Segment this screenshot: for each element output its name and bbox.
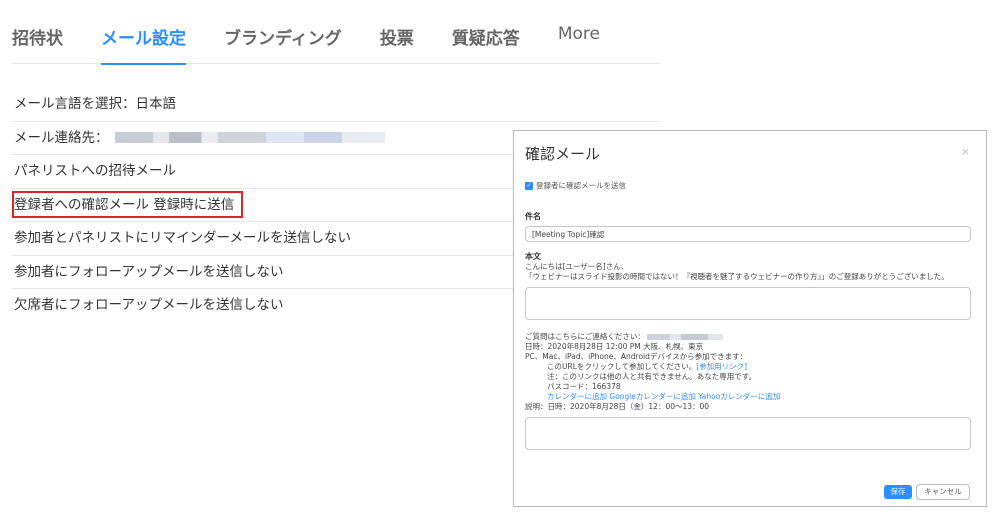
tab-invitation[interactable]: 招待状 xyxy=(12,20,63,64)
body-url-line: このURLをクリックして参加してください。[参加用リンク] xyxy=(525,362,747,372)
save-button[interactable]: 保存 xyxy=(884,485,912,499)
send-confirmation-label: 登録者に確認メールを送信 xyxy=(536,181,626,190)
body-datetime: 日時：2020年8月28日 12:00 PM 大阪、札幌、東京 xyxy=(525,342,704,351)
body-label: 本文 xyxy=(525,252,541,261)
close-icon[interactable]: × xyxy=(961,145,970,158)
registrant-confirm-label: 登録者への確認メール 登録時に送信 xyxy=(14,196,235,213)
subject-label: 件名 xyxy=(525,212,541,221)
contact-line-text: ご質問はこちらにご連絡ください： xyxy=(525,332,645,341)
tab-polls[interactable]: 投票 xyxy=(380,20,414,64)
body-devices: PC、Mac、iPad、iPhone、Androidデバイスから参加できます： xyxy=(525,352,748,361)
confirmation-email-dialog: 確認メール × ✓ 登録者に確認メールを送信 件名 [Meeting Topic… xyxy=(513,130,987,507)
body-contact-line: ご質問はこちらにご連絡ください： xyxy=(525,332,723,342)
redacted-email xyxy=(114,132,385,143)
checkbox-checked-icon[interactable]: ✓ xyxy=(525,181,533,190)
body-textarea-1[interactable] xyxy=(525,287,971,320)
email-language-label: メール言語を選択：日本語 xyxy=(14,96,176,112)
body-greeting: こんにちは[ユーザー名]さん、 xyxy=(525,262,629,271)
body-description: 説明：日時：2020年8月28日（金）12：00～13：00 xyxy=(525,402,710,411)
email-language-setting[interactable]: メール言語を選択：日本語 xyxy=(12,88,660,122)
dialog-title: 確認メール xyxy=(525,145,601,163)
cancel-button[interactable]: キャンセル xyxy=(916,484,970,500)
body-note: 注：このリンクは他の人と共有できません。あなた専用です。 xyxy=(547,372,757,381)
tab-qa[interactable]: 質疑応答 xyxy=(452,20,520,64)
tab-more[interactable]: More xyxy=(558,20,600,64)
tab-email-settings[interactable]: メール設定 xyxy=(101,20,186,65)
body-passcode: パスコード：166378 xyxy=(547,382,621,391)
followup-attendee-label: 参加者にフォローアップメールを送信しない xyxy=(14,263,284,280)
join-link[interactable]: [参加用リンク] xyxy=(696,362,747,371)
redacted-contact xyxy=(646,334,723,340)
tab-bar: 招待状 メール設定 ブランディング 投票 質疑応答 More xyxy=(12,20,660,65)
followup-absentee-label: 欠席者にフォローアップメールを送信しない xyxy=(14,297,284,313)
panelist-invite-label: パネリストへの招待メール xyxy=(14,163,176,179)
url-line-text: このURLをクリックして参加してください。 xyxy=(547,362,697,371)
subject-input[interactable]: [Meeting Topic]確認 xyxy=(525,226,971,242)
tab-branding[interactable]: ブランディング xyxy=(224,20,342,64)
email-contact-label: メール連絡先： xyxy=(14,129,109,146)
reminder-label: 参加者とパネリストにリマインダーメールを送信しない xyxy=(14,230,351,246)
calendar-links[interactable]: カレンダーに追加 Googleカレンダーに追加 Yahooカレンダーに追加 xyxy=(525,392,780,402)
body-textarea-2[interactable] xyxy=(525,417,971,450)
send-confirmation-checkbox-row[interactable]: ✓ 登録者に確認メールを送信 xyxy=(525,180,626,191)
body-intro: 「ウェビナーはスライド投影の時間ではない！『視聴者を魅了するウェビナーの作り方』… xyxy=(525,272,949,281)
